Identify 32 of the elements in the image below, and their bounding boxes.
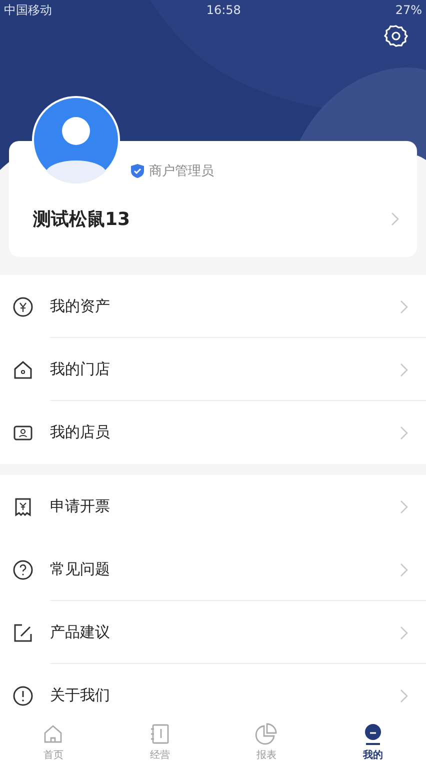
chevron-icon — [400, 426, 408, 440]
chevron-icon — [400, 562, 408, 576]
role-label: 商户管理员 — [149, 163, 214, 180]
menu-item[interactable]: 关于我们 — [0, 664, 426, 720]
chevron-icon — [400, 688, 408, 702]
menu-item[interactable]: 我的店员 — [0, 401, 426, 464]
menu-item[interactable]: 产品建议 — [0, 601, 426, 664]
menu-item[interactable]: 我的门店 — [0, 338, 426, 401]
chevron-icon — [400, 626, 408, 640]
settings-icon[interactable] — [384, 24, 408, 48]
chevron-icon — [400, 500, 408, 514]
question-icon — [12, 558, 34, 580]
chevron-icon — [391, 212, 399, 226]
tab-item[interactable]: 我的 — [320, 720, 426, 765]
menu-item[interactable]: 常见问题 — [0, 538, 426, 601]
user-name: 测试松鼠13 — [33, 208, 130, 231]
status-time: 16:58 — [206, 3, 241, 17]
carrier-text: 中国移动 — [4, 2, 52, 18]
house-icon — [12, 358, 34, 380]
exclamation-icon — [12, 684, 34, 706]
pie-chart-icon — [255, 723, 278, 745]
menu-item[interactable]: 我的资产 — [0, 275, 426, 338]
chevron-icon — [400, 362, 408, 376]
profile-card[interactable]: 商户管理员 测试松鼠13 — [9, 141, 417, 257]
battery-text: 27% — [395, 3, 422, 17]
edit-icon — [12, 622, 34, 644]
notebook-icon — [148, 723, 171, 745]
chevron-icon — [400, 300, 408, 314]
shield-check-icon — [131, 164, 144, 178]
yuan-icon — [12, 296, 34, 318]
home-icon — [42, 723, 64, 745]
menu-item[interactable]: 申请开票 — [0, 475, 426, 538]
